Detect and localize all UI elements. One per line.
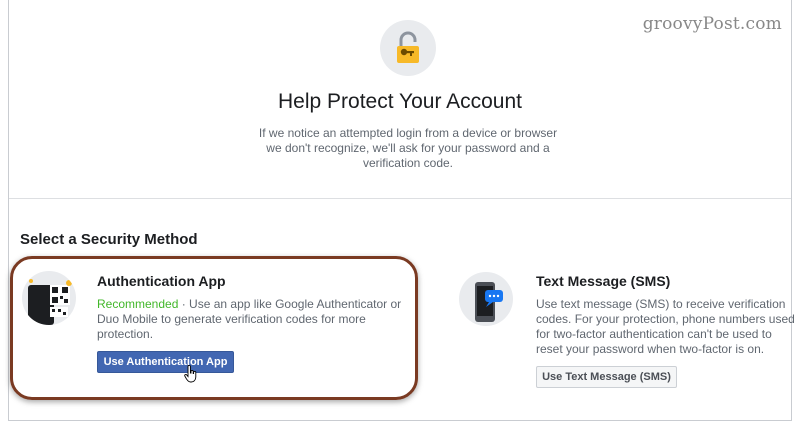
qr-phone-icon [22, 271, 76, 325]
phone-chat-icon [459, 272, 513, 326]
sms-title: Text Message (SMS) [536, 273, 671, 289]
page-title: Help Protect Your Account [278, 90, 522, 113]
page-description: If we notice an attempted login from a d… [258, 126, 558, 170]
use-text-message-button[interactable]: Use Text Message (SMS) [536, 366, 677, 388]
divider [9, 198, 791, 199]
lock-icon [380, 20, 436, 76]
auth-app-description: Recommended · Use an app like Google Aut… [97, 297, 415, 342]
recommended-label: Recommended [97, 297, 179, 311]
watermark: groovyPost.com [642, 14, 782, 34]
hand-cursor-icon [184, 365, 197, 383]
sms-description: Use text message (SMS) to receive verifi… [536, 297, 795, 356]
auth-app-title: Authentication App [97, 273, 226, 289]
use-authentication-app-button[interactable]: Use Authentication App [97, 351, 234, 373]
section-title: Select a Security Method [20, 231, 198, 248]
